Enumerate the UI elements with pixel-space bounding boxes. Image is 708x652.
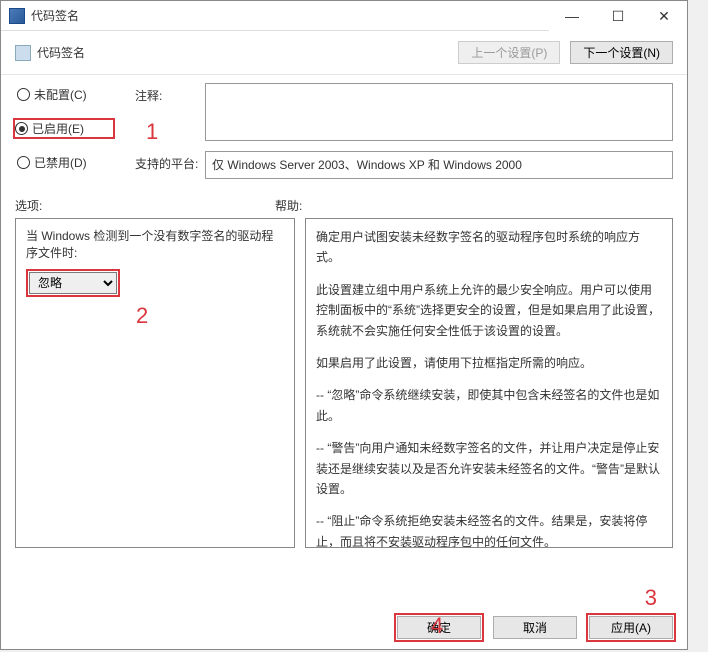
comment-label: 注释: [135,83,205,141]
options-pane: 当 Windows 检测到一个没有数字签名的驱动程序文件时: 忽略 [15,218,295,548]
policy-icon [15,45,31,61]
minimize-button[interactable]: — [549,1,595,31]
next-setting-button[interactable]: 下一个设置(N) [570,41,673,64]
platform-row: 支持的平台: 仅 Windows Server 2003、Windows XP … [135,151,673,179]
panes: 当 Windows 检测到一个没有数字签名的驱动程序文件时: 忽略 确定用户试图… [1,218,687,548]
annotation-3: 3 [645,585,657,611]
options-header: 选项: 帮助: [1,195,687,218]
window-title: 代码签名 [31,7,549,24]
radio-icon [17,88,30,101]
footer-buttons: 确定 取消 应用(A) [397,616,673,639]
response-select[interactable]: 忽略 [29,272,117,294]
radio-label: 已启用(E) [32,120,84,137]
help-text: -- “阻止”命令系统拒绝安装未经签名的文件。结果是，安装将停止，而且将不安装驱… [316,511,662,548]
radio-enabled[interactable]: 已启用(E) [13,118,115,139]
state-radios: 未配置(C) 已启用(E) 已禁用(D) [15,85,115,189]
comment-textbox[interactable] [205,83,673,141]
sys-buttons: — ☐ ✕ [549,1,687,30]
radio-label: 未配置(C) [34,86,87,103]
help-text: 确定用户试图安装未经数字签名的驱动程序包时系统的响应方式。 [316,227,662,268]
radio-icon [17,156,30,169]
options-label: 选项: [15,197,275,214]
radio-label: 已禁用(D) [34,154,87,171]
help-text: 如果启用了此设置，请使用下拉框指定所需的响应。 [316,353,662,373]
options-prompt: 当 Windows 检测到一个没有数字签名的驱动程序文件时: [26,227,284,261]
dialog-window: 代码签名 — ☐ ✕ 代码签名 上一个设置(P) 下一个设置(N) 未配置(C)… [0,0,688,650]
help-text: -- “忽略”命令系统继续安装，即使其中包含未经签名的文件也是如此。 [316,385,662,426]
radio-disabled[interactable]: 已禁用(D) [15,153,115,172]
comment-row: 注释: [135,83,673,141]
maximize-button[interactable]: ☐ [595,1,641,31]
help-label: 帮助: [275,197,302,214]
apply-button[interactable]: 应用(A) [589,616,673,639]
prev-setting-button[interactable]: 上一个设置(P) [458,41,560,64]
help-text: 此设置建立组中用户系统上允许的最少安全响应。用户可以使用控制面板中的“系统”选择… [316,280,662,341]
config-section: 未配置(C) 已启用(E) 已禁用(D) 注释: 支持的平台: 仅 Window… [1,75,687,195]
cancel-button[interactable]: 取消 [493,616,577,639]
close-button[interactable]: ✕ [641,1,687,31]
help-text: -- “警告”向用户通知未经数字签名的文件，并让用户决定是停止安装还是继续安装以… [316,438,662,499]
platform-textbox: 仅 Windows Server 2003、Windows XP 和 Windo… [205,151,673,179]
platform-label: 支持的平台: [135,151,205,179]
help-pane: 确定用户试图安装未经数字签名的驱动程序包时系统的响应方式。 此设置建立组中用户系… [305,218,673,548]
toolbar: 代码签名 上一个设置(P) 下一个设置(N) [1,31,687,75]
titlebar: 代码签名 — ☐ ✕ [1,1,687,31]
select-highlight: 忽略 [26,269,120,297]
app-icon [9,8,25,24]
radio-icon [15,122,28,135]
ok-button[interactable]: 确定 [397,616,481,639]
fields: 注释: 支持的平台: 仅 Windows Server 2003、Windows… [135,83,673,189]
toolbar-heading: 代码签名 [37,44,85,61]
radio-unconfigured[interactable]: 未配置(C) [15,85,115,104]
